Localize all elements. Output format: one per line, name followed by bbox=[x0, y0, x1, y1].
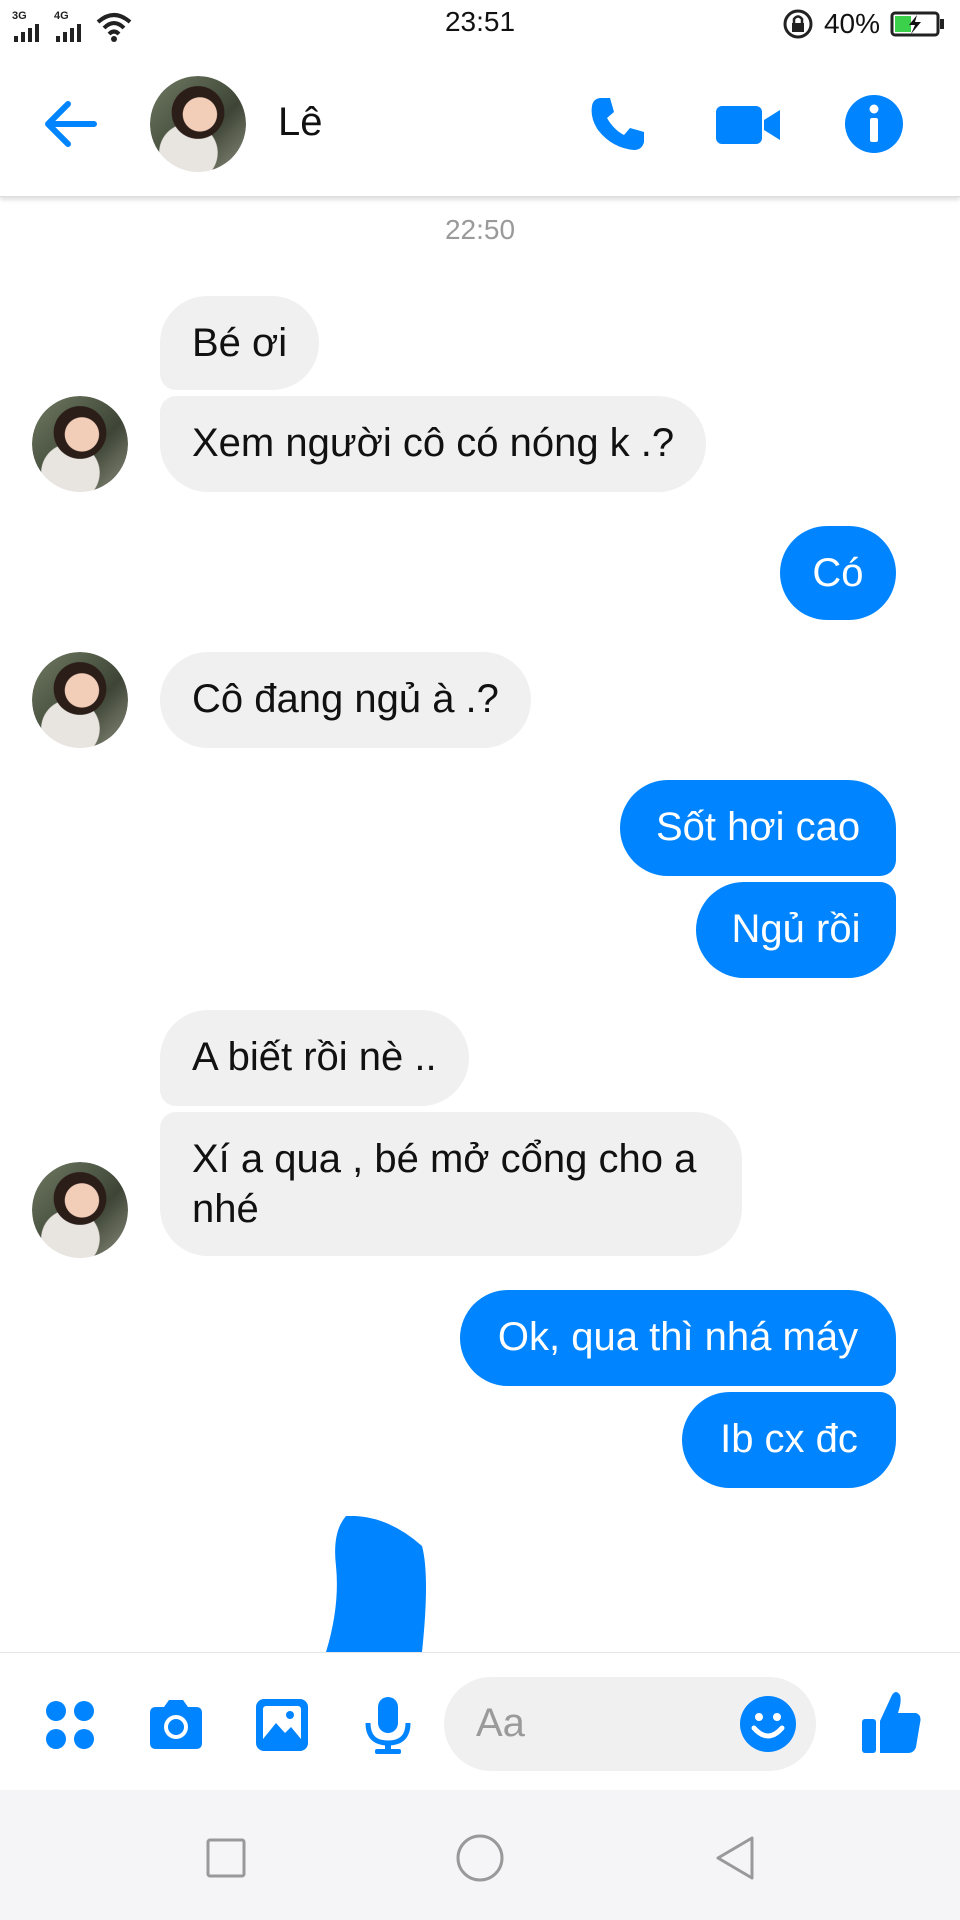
home-icon[interactable] bbox=[452, 1830, 508, 1886]
avatar[interactable] bbox=[32, 1162, 128, 1258]
back-icon[interactable] bbox=[708, 1830, 764, 1886]
message-input[interactable]: Aa bbox=[444, 1677, 816, 1771]
video-icon[interactable] bbox=[714, 92, 784, 156]
avatar[interactable] bbox=[32, 396, 128, 492]
message-outgoing[interactable]: Có bbox=[780, 526, 896, 620]
emoji-icon[interactable] bbox=[738, 1694, 798, 1754]
chat-header: Lê bbox=[0, 50, 960, 197]
chat-timestamp: 22:50 bbox=[444, 214, 516, 245]
rotation-lock-icon bbox=[783, 9, 813, 39]
message-outgoing[interactable]: Ngủ rồi bbox=[696, 882, 896, 978]
battery-icon bbox=[890, 11, 944, 37]
camera-icon[interactable] bbox=[146, 1695, 206, 1755]
status-right: 40% bbox=[782, 6, 946, 42]
system-navigation-bar bbox=[0, 1790, 960, 1920]
thumbs-up-icon[interactable] bbox=[860, 1689, 924, 1757]
back-arrow-icon[interactable] bbox=[40, 94, 100, 154]
message-outgoing[interactable]: Sốt hơi cao bbox=[620, 780, 896, 876]
thumbs-up-sticker-icon bbox=[326, 1516, 426, 1652]
battery-percent: 40% bbox=[823, 8, 880, 39]
message-incoming[interactable]: Xí a qua , bé mở cổng cho a nhé bbox=[160, 1112, 742, 1256]
message-incoming[interactable]: A biết rồi nè .. bbox=[160, 1010, 469, 1106]
status-bar: 3G 4G 23:51 40% bbox=[0, 0, 960, 50]
microphone-icon[interactable] bbox=[358, 1695, 418, 1755]
apps-icon[interactable] bbox=[40, 1695, 100, 1755]
info-icon[interactable] bbox=[842, 92, 906, 156]
avatar[interactable] bbox=[150, 76, 246, 172]
message-incoming[interactable]: Bé ơi bbox=[160, 296, 320, 390]
message-composer: Aa bbox=[0, 1652, 960, 1791]
recent-apps-icon[interactable] bbox=[198, 1830, 254, 1886]
message-incoming[interactable]: Cô đang ngủ à .? bbox=[160, 652, 531, 748]
contact-name[interactable]: Lê bbox=[278, 100, 323, 145]
message-outgoing[interactable]: Ok, qua thì nhá máy bbox=[460, 1290, 896, 1386]
message-incoming[interactable]: Xem người cô có nóng k .? bbox=[160, 396, 707, 492]
phone-icon[interactable] bbox=[586, 92, 650, 156]
message-outgoing[interactable]: Ib cx đc bbox=[682, 1392, 896, 1488]
avatar[interactable] bbox=[32, 652, 128, 748]
gallery-icon[interactable] bbox=[252, 1695, 312, 1755]
message-input-placeholder: Aa bbox=[476, 1701, 525, 1745]
